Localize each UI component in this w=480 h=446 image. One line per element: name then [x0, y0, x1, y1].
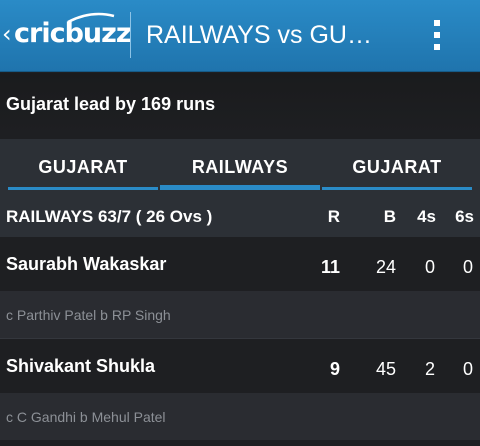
tab-indicator: [8, 187, 158, 190]
overflow-menu-icon[interactable]: [432, 18, 442, 52]
batsman-sixes: 0: [462, 257, 473, 277]
app-bar: ‹ cricbuzz RAILWAYS vs GU…: [0, 0, 480, 72]
tab-railways[interactable]: RAILWAYS: [160, 139, 320, 195]
batsman-fours: 2: [424, 359, 435, 379]
batsman-row[interactable]: Shivakant Shukla 9 45 2 0: [0, 339, 480, 393]
match-status-text: Gujarat lead by 169 runs: [6, 94, 216, 114]
batsman-name: Shivakant Shukla: [6, 356, 156, 376]
batsman-runs: 11: [320, 257, 340, 277]
batsman-balls: 45: [375, 359, 396, 379]
dismissal-text: c C Gandhi b Mehul Patel: [6, 409, 166, 425]
batsman-name: Saurabh Wakaskar: [6, 254, 167, 274]
innings-summary: RAILWAYS 63/7 ( 26 Ovs ): [6, 207, 213, 226]
tab-label: GUJARAT: [352, 157, 442, 177]
batsman-fours: 0: [424, 257, 435, 277]
batsman-row[interactable]: Saurabh Wakaskar 11 24 0 0: [0, 237, 480, 291]
tab-gujarat-first[interactable]: GUJARAT: [8, 139, 158, 195]
scorecard-header: RAILWAYS 63/7 ( 26 Ovs ) R B 4s 6s: [0, 195, 480, 237]
dismissal-text: c Parthiv Patel b RP Singh: [6, 307, 171, 323]
tab-gujarat-second[interactable]: GUJARAT: [322, 139, 472, 195]
tab-indicator: [322, 187, 472, 190]
runs-column-header: R: [327, 207, 340, 226]
batsman-balls: 24: [375, 257, 396, 277]
innings-tabs: GUJARAT RAILWAYS GUJARAT: [0, 139, 480, 195]
match-title: RAILWAYS vs GU…: [146, 21, 372, 49]
tab-label: RAILWAYS: [191, 157, 289, 177]
chevron-left-icon[interactable]: ‹: [2, 20, 12, 48]
dismissal-row: c C Gandhi b Mehul Patel: [0, 393, 480, 440]
tab-label: GUJARAT: [38, 157, 128, 177]
tab-indicator-active: [160, 185, 320, 190]
match-status-bar: Gujarat lead by 169 runs: [0, 73, 480, 135]
batsman-runs: 9: [329, 359, 340, 379]
fours-column-header: 4s: [417, 207, 436, 226]
appbar-divider: [130, 12, 131, 58]
dismissal-row: c Parthiv Patel b RP Singh: [0, 291, 480, 338]
batsman-sixes: 0: [462, 359, 473, 379]
logo-swoosh-icon: [67, 12, 115, 24]
balls-column-header: B: [383, 207, 396, 226]
sixes-column-header: 6s: [455, 207, 474, 226]
